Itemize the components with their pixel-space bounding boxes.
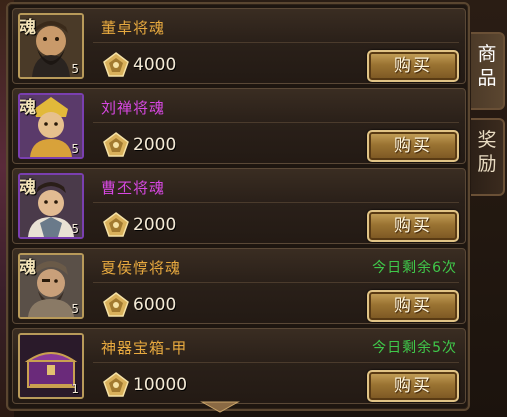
- shop-item-row: 魂 5 曹丕将魂 2000 购买: [12, 168, 466, 244]
- pentagon-coin-icon: [103, 52, 129, 77]
- item-name: 董卓将魂: [101, 19, 166, 37]
- soul-badge: 魂: [19, 178, 36, 198]
- pentagon-coin-icon: [103, 292, 129, 317]
- shop-item-row: 魂 5 夏侯惇将魂 今日剩余6次 6000 购买: [12, 248, 466, 324]
- buy-button[interactable]: 购买: [367, 210, 459, 242]
- shop-item-row: 1 神器宝箱-甲 今日剩余5次 10000 购买: [12, 328, 466, 404]
- soul-badge: 魂: [19, 258, 36, 278]
- tab-rewards[interactable]: 奖励: [471, 118, 505, 196]
- shop-window: 魂 5 董卓将魂 4000 购买 魂 5 刘禅将魂 2000 购买 魂 5 曹丕…: [0, 0, 507, 417]
- item-portrait[interactable]: 魂 5: [18, 173, 84, 239]
- soul-badge: 魂: [19, 18, 36, 38]
- item-count: 5: [71, 62, 79, 76]
- tab-goods[interactable]: 商品: [471, 32, 505, 110]
- daily-limit: 今日剩余6次: [372, 260, 457, 276]
- shop-item-row: 魂 5 刘禅将魂 2000 购买: [12, 88, 466, 164]
- item-portrait[interactable]: 魂 5: [18, 253, 84, 319]
- item-price: 2000: [133, 215, 177, 235]
- pentagon-coin-icon: [103, 372, 129, 397]
- chevron-down-icon[interactable]: [200, 401, 240, 413]
- buy-button[interactable]: 购买: [367, 130, 459, 162]
- item-name: 神器宝箱-甲: [101, 339, 188, 357]
- buy-button[interactable]: 购买: [367, 290, 459, 322]
- soul-badge: 魂: [19, 98, 36, 118]
- shop-item-row: 魂 5 董卓将魂 4000 购买: [12, 8, 466, 84]
- pentagon-coin-icon: [103, 212, 129, 237]
- item-list-panel[interactable]: 魂 5 董卓将魂 4000 购买 魂 5 刘禅将魂 2000 购买 魂 5 曹丕…: [6, 2, 470, 411]
- item-price: 6000: [133, 295, 177, 315]
- item-price: 2000: [133, 135, 177, 155]
- buy-button[interactable]: 购买: [367, 50, 459, 82]
- item-count: 5: [71, 302, 79, 316]
- item-name: 曹丕将魂: [101, 179, 166, 197]
- item-name: 夏侯惇将魂: [101, 259, 182, 277]
- item-portrait[interactable]: 1: [18, 333, 84, 399]
- item-portrait[interactable]: 魂 5: [18, 13, 84, 79]
- item-portrait[interactable]: 魂 5: [18, 93, 84, 159]
- item-price: 10000: [133, 375, 188, 395]
- item-count: 5: [71, 142, 79, 156]
- buy-button[interactable]: 购买: [367, 370, 459, 402]
- item-price: 4000: [133, 55, 177, 75]
- daily-limit: 今日剩余5次: [372, 340, 457, 356]
- item-name: 刘禅将魂: [101, 99, 166, 117]
- item-count: 5: [71, 222, 79, 236]
- pentagon-coin-icon: [103, 132, 129, 157]
- item-count: 1: [71, 382, 79, 396]
